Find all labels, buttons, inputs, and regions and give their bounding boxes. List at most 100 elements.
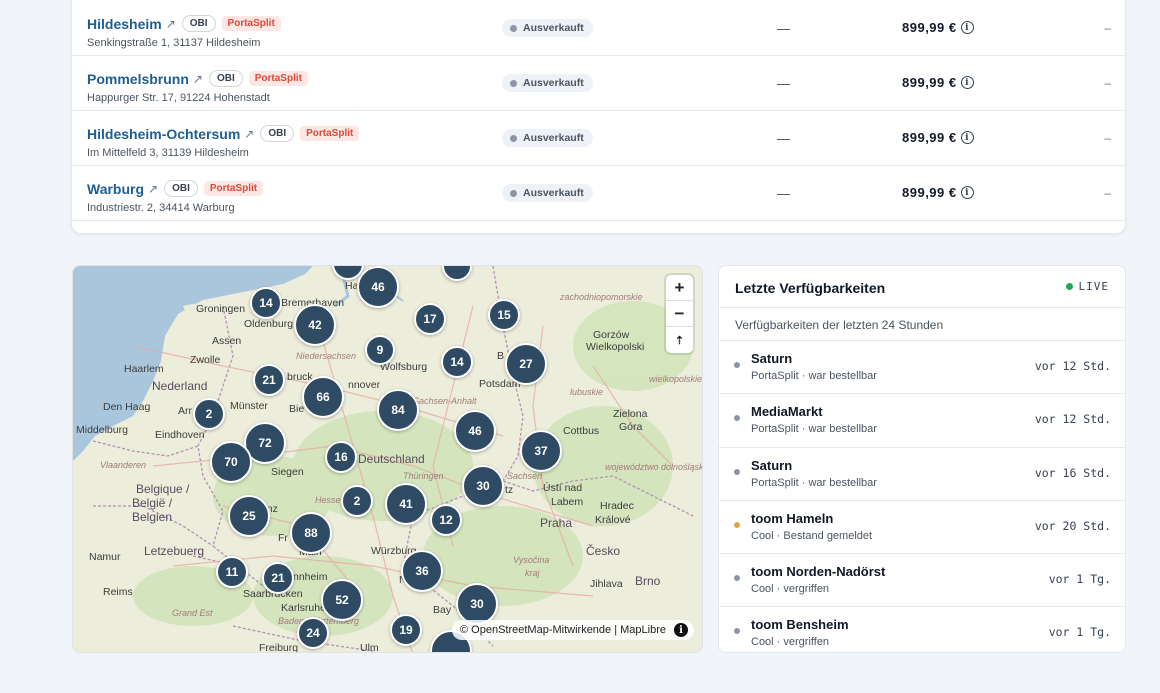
table-row: Warburg ↗ OBI PortaSplit Industriestr. 2… — [72, 166, 1125, 221]
map-label: Namur — [89, 551, 121, 563]
feed-subtitle: Cool · vergriffen — [751, 636, 830, 649]
map-label: B — [497, 350, 505, 362]
map-cluster[interactable]: 36 — [401, 550, 443, 592]
map-label: Wielkopolski — [586, 341, 645, 353]
last-column-value: – — [1104, 131, 1111, 145]
external-link-icon[interactable]: ↗ — [148, 182, 158, 196]
store-link[interactable]: Pommelsbrunn — [87, 71, 189, 87]
price: 899,99 € i — [902, 185, 974, 200]
map-label: Münster — [230, 400, 268, 412]
feed-time: vor 1 Tg. — [1048, 625, 1111, 640]
info-icon[interactable]: i — [960, 76, 974, 89]
map-label: Česko — [586, 544, 621, 558]
compass-icon[interactable]: ⇡ — [666, 327, 693, 353]
map-label: Gorzów — [593, 329, 630, 341]
map-cluster[interactable]: 21 — [262, 562, 294, 594]
map-cluster[interactable]: 25 — [228, 495, 270, 537]
map-cluster[interactable]: 37 — [520, 430, 562, 472]
map-label: Sachsen-Anhalt — [413, 396, 477, 406]
map-label: Siegen — [271, 466, 304, 478]
map-cluster[interactable]: 16 — [325, 441, 357, 473]
store-link[interactable]: Hildesheim — [87, 16, 162, 32]
store-address: Senkingstraße 1, 31137 Hildesheim — [87, 37, 261, 49]
map-label: Zielona — [613, 408, 648, 420]
external-link-icon[interactable]: ↗ — [166, 17, 176, 31]
feed-title: Saturn — [751, 457, 793, 473]
map-cluster[interactable]: 21 — [253, 364, 285, 396]
map-label: nnover — [348, 379, 381, 391]
map-cluster[interactable]: 30 — [462, 465, 504, 507]
map-label: Belgique / — [136, 482, 190, 496]
map-cluster[interactable]: 17 — [414, 303, 446, 335]
attribution-text[interactable]: © OpenStreetMap-Mitwirkende | MapLibre — [460, 624, 666, 636]
map-cluster[interactable]: 15 — [488, 299, 520, 331]
map-label: Praha — [540, 516, 573, 530]
map-cluster[interactable]: 14 — [441, 346, 473, 378]
availability-panel: Letzte Verfügbarkeiten LIVE Verfügbarkei… — [718, 265, 1126, 653]
list-item[interactable]: toom Bensheim Cool · vergriffen vor 1 Tg… — [719, 607, 1125, 652]
zoom-out-button[interactable]: − — [666, 301, 693, 327]
map-cluster[interactable]: 19 — [390, 614, 422, 646]
map-cluster[interactable]: 84 — [377, 389, 419, 431]
feed-subtitle: Cool · Bestand gemeldet — [751, 529, 873, 542]
info-icon[interactable]: i — [960, 186, 974, 199]
map-cluster[interactable]: 12 — [430, 504, 462, 536]
info-icon[interactable]: i — [960, 131, 974, 144]
product-chip: PortaSplit — [203, 181, 264, 196]
info-icon[interactable]: i — [960, 21, 974, 34]
map-label: Labem — [551, 496, 584, 508]
map-label: Ulm — [360, 642, 379, 653]
map-cluster[interactable]: 2 — [193, 398, 225, 430]
store-map[interactable]: Groningen Bremerhaven Oldenburg Assen Zw… — [72, 265, 703, 653]
list-item[interactable]: toom Norden-Nadörst Cool · vergriffen vo… — [719, 554, 1125, 608]
feed-subtitle: PortaSplit · war bestellbar — [751, 476, 877, 489]
product-chip: PortaSplit — [300, 126, 360, 141]
map-cluster[interactable]: 52 — [321, 579, 363, 621]
map-cluster[interactable]: 2 — [341, 485, 373, 517]
map-cluster[interactable]: 66 — [302, 376, 344, 418]
panel-title: Letzte Verfügbarkeiten — [735, 280, 886, 296]
status-dot — [510, 189, 517, 197]
map-label: Niedersachsen — [296, 351, 357, 361]
map-cluster[interactable]: 24 — [297, 617, 329, 649]
map-label: Karlsruhe — [281, 602, 326, 614]
list-item[interactable]: Saturn PortaSplit · war bestellbar vor 1… — [719, 341, 1125, 395]
external-link-icon[interactable]: ↗ — [193, 72, 203, 86]
map-label: Fr — [278, 532, 288, 544]
map-label: Reims — [103, 586, 133, 598]
map-label: Grand Est — [172, 608, 213, 618]
status-badge: Ausverkauft — [502, 19, 593, 37]
status-dot — [734, 415, 740, 422]
map-cluster[interactable]: 30 — [456, 583, 498, 625]
map-cluster[interactable]: 46 — [454, 410, 496, 452]
zoom-in-button[interactable]: + — [666, 275, 693, 301]
store-link[interactable]: Hildesheim-Ochtersum — [87, 126, 240, 142]
map-cluster[interactable]: 9 — [365, 335, 395, 365]
table-row: Pommelsbrunn ↗ OBI PortaSplit Happurger … — [72, 56, 1125, 111]
list-item[interactable]: toom Hameln Cool · Bestand gemeldet vor … — [719, 501, 1125, 555]
map-label: Eindhoven — [155, 429, 205, 441]
list-item[interactable]: MediaMarkt PortaSplit · war bestellbar v… — [719, 394, 1125, 448]
map-label: Nederland — [152, 379, 208, 393]
map-label: Belgien — [132, 510, 173, 524]
stock-value: — — [777, 21, 790, 36]
map-cluster[interactable]: 88 — [290, 512, 332, 554]
retailer-chip: OBI — [260, 125, 295, 142]
status-badge: Ausverkauft — [502, 74, 593, 92]
external-link-icon[interactable]: ↗ — [244, 127, 254, 141]
map-label: lubuskie — [570, 387, 604, 397]
map-cluster[interactable]: 27 — [505, 343, 547, 385]
stock-value: — — [777, 186, 790, 201]
list-item[interactable]: Saturn PortaSplit · war bestellbar vor 1… — [719, 448, 1125, 501]
map-cluster[interactable]: 46 — [357, 266, 399, 308]
map-cluster[interactable]: 42 — [294, 304, 336, 346]
map-label: nnheim — [293, 571, 328, 583]
map-cluster[interactable]: 41 — [385, 483, 427, 525]
map-cluster[interactable]: 11 — [216, 556, 248, 588]
info-icon[interactable]: i — [674, 623, 688, 637]
map-label: Den Haag — [103, 401, 151, 413]
store-link[interactable]: Warburg — [87, 181, 144, 197]
map-cluster[interactable]: 14 — [250, 287, 282, 319]
map-cluster[interactable]: 70 — [210, 441, 252, 483]
stock-value: — — [777, 76, 790, 91]
